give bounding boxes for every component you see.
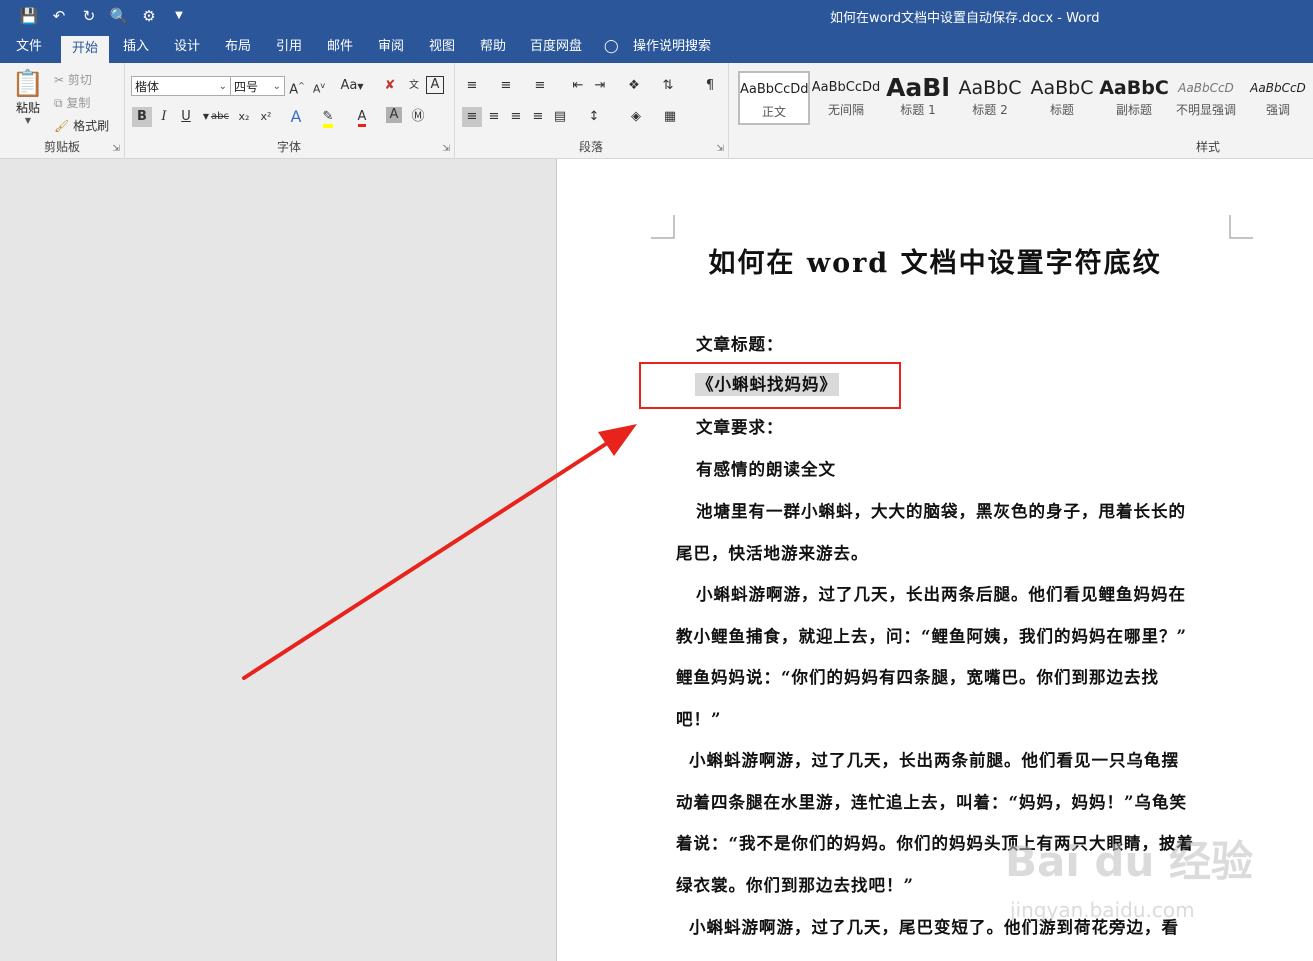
baidu-watermark-url: jingyan.baidu.com xyxy=(1010,898,1195,922)
annotation-arrow xyxy=(242,424,637,680)
baidu-watermark: Bai du 经验 xyxy=(1005,837,1253,886)
